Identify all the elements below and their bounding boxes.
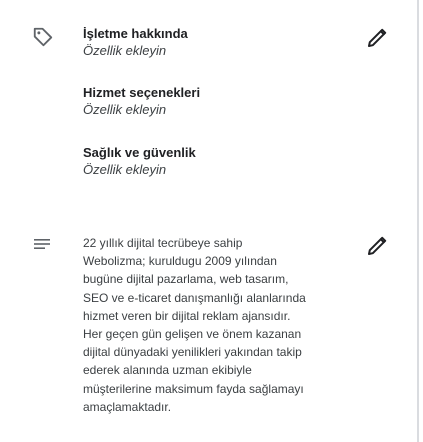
- attribute-group-title: Sağlık ve güvenlik: [83, 145, 196, 160]
- attribute-group-about: İşletme hakkında Özellik ekleyin: [83, 25, 188, 59]
- description-section: 22 yıllık dijital tecrübeye sahip Weboli…: [0, 212, 417, 442]
- pencil-icon: [368, 236, 387, 255]
- attribute-group-title: Hizmet seçenekleri: [83, 85, 201, 100]
- attribute-group-value: Özellik ekleyin: [83, 162, 167, 177]
- notes-icon: [32, 234, 52, 259]
- attribute-group-value: Özellik ekleyin: [83, 102, 167, 117]
- attribute-group-health-safety: Sağlık ve güvenlik Özellik ekleyin: [83, 144, 196, 178]
- panel-right-border: [417, 0, 419, 442]
- edit-attributes-button[interactable]: [365, 26, 389, 50]
- pencil-icon: [368, 28, 387, 47]
- attribute-group-service-options: Hizmet seçenekleri Özellik ekleyin: [83, 84, 200, 118]
- edit-description-button[interactable]: [365, 234, 389, 258]
- tag-icon: [32, 26, 54, 53]
- business-description: 22 yıllık dijital tecrübeye sahip Weboli…: [83, 236, 306, 414]
- attribute-group-value: Özellik ekleyin: [83, 43, 167, 58]
- attribute-group-title: İşletme hakkında: [83, 26, 188, 41]
- attributes-section: İşletme hakkında Özellik ekleyin Hizmet …: [0, 0, 417, 212]
